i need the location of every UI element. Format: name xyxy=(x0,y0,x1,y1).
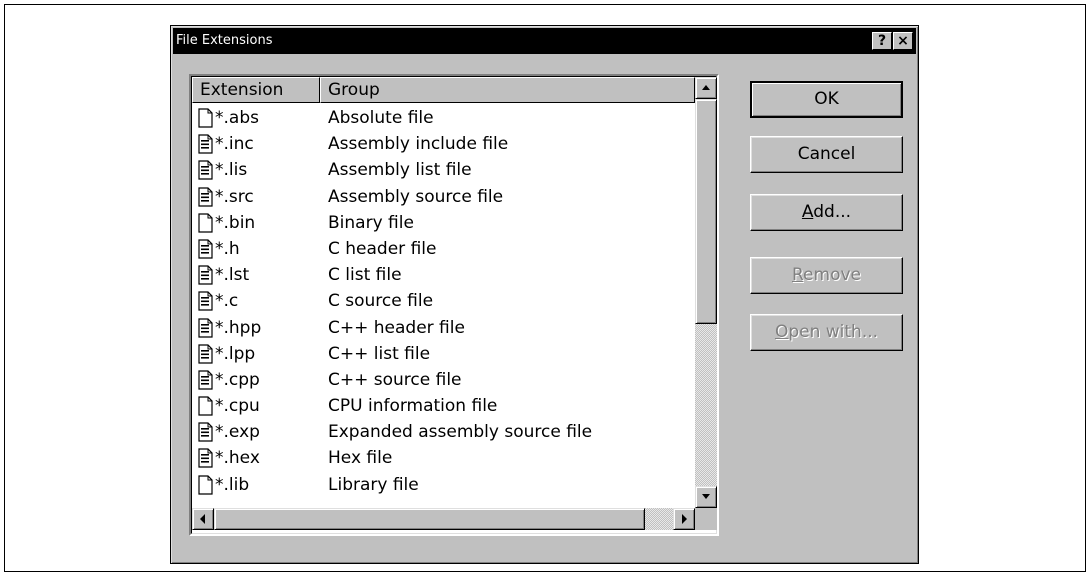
list-item[interactable]: *.inc Assembly include file xyxy=(192,131,695,157)
text-file-icon xyxy=(197,186,214,207)
extension-cell: *.exp xyxy=(215,422,260,443)
list-item[interactable]: *.lis Assembly list file xyxy=(192,157,695,183)
list-item[interactable]: *.cpp C++ source file xyxy=(192,367,695,393)
list-view[interactable]: Extension Group *.abs Absolute file *.inc A… xyxy=(192,77,695,508)
arrow-up-icon xyxy=(702,85,710,90)
list-header: Extension Group xyxy=(192,77,695,103)
group-cell: Assembly source file xyxy=(328,186,504,207)
text-file-icon xyxy=(197,134,214,154)
title-bar[interactable]: File Extensions ? × xyxy=(173,28,916,54)
text-file-icon xyxy=(197,160,214,180)
help-button[interactable]: ? xyxy=(872,32,892,50)
add-mnemonic: A xyxy=(801,202,814,222)
open-with-button[interactable]: Open with... xyxy=(750,314,903,351)
text-file-icon xyxy=(197,265,214,285)
blank-file-icon xyxy=(197,213,214,233)
horizontal-scrollbar[interactable] xyxy=(192,508,695,530)
remove-label: emove xyxy=(803,265,861,285)
extension-cell: *.hex xyxy=(215,448,260,469)
blank-file-icon xyxy=(197,475,214,495)
group-cell: C list file xyxy=(328,265,402,286)
extension-cell: *.lib xyxy=(215,474,250,495)
list-item[interactable]: *.lpp C++ list file xyxy=(192,341,695,367)
blank-file-icon xyxy=(197,108,214,128)
extensions-list[interactable]: Extension Group *.abs Absolute file *.inc A… xyxy=(189,74,719,536)
add-label: dd... xyxy=(813,202,852,222)
group-cell: Library file xyxy=(328,474,419,495)
arrow-down-icon xyxy=(702,494,710,499)
list-item[interactable]: *.bin Binary file xyxy=(192,210,695,236)
remove-mnemonic: R xyxy=(791,265,804,285)
group-cell: Hex file xyxy=(328,448,393,469)
list-item[interactable]: *.cpu CPU information file xyxy=(192,393,695,419)
extension-cell: *.lpp xyxy=(215,343,256,364)
text-file-icon xyxy=(197,370,214,390)
ok-label: OK xyxy=(814,89,839,109)
open-with-label: pen with... xyxy=(788,322,879,342)
extension-cell: *.hpp xyxy=(215,317,262,338)
extension-cell: *.abs xyxy=(215,108,259,128)
group-cell: C++ list file xyxy=(328,343,431,364)
remove-button[interactable]: Remove xyxy=(750,257,903,294)
scroll-up-button[interactable] xyxy=(695,77,717,99)
cancel-label: Cancel xyxy=(797,144,856,164)
group-cell: Expanded assembly source file xyxy=(328,422,593,443)
column-header-group[interactable]: Group xyxy=(320,77,695,103)
dialog-title: File Extensions xyxy=(176,33,273,48)
close-button[interactable]: × xyxy=(893,32,913,50)
file-extensions-dialog: File Extensions ? × Extension Group *.ab… xyxy=(170,25,919,564)
ok-button[interactable]: OK xyxy=(750,81,903,118)
cancel-button[interactable]: Cancel xyxy=(750,136,903,173)
extension-cell: *.inc xyxy=(215,134,254,155)
extension-cell: *.c xyxy=(215,291,239,312)
add-button[interactable]: Add... xyxy=(750,194,903,231)
group-cell: C++ source file xyxy=(328,369,462,390)
group-cell: Binary file xyxy=(328,212,414,233)
text-file-icon xyxy=(197,344,214,364)
group-cell: CPU information file xyxy=(328,396,498,417)
vertical-scroll-thumb[interactable] xyxy=(695,99,717,324)
text-file-icon xyxy=(197,422,214,442)
list-item[interactable]: *.c C source file xyxy=(192,288,695,314)
list-item[interactable]: *.lst C list file xyxy=(192,262,695,288)
group-cell: C header file xyxy=(328,238,437,259)
extension-cell: *.src xyxy=(215,186,254,207)
scroll-left-button[interactable] xyxy=(192,508,214,530)
group-cell: Assembly include file xyxy=(328,134,509,155)
arrow-right-icon xyxy=(682,514,687,524)
extension-cell: *.h xyxy=(215,238,240,259)
extension-cell: *.lis xyxy=(215,160,248,181)
group-cell: C++ header file xyxy=(328,317,465,338)
blank-file-icon xyxy=(197,396,214,416)
list-item[interactable]: *.src Assembly source file xyxy=(192,184,695,210)
list-item[interactable]: *.hpp C++ header file xyxy=(192,315,695,341)
list-rows: *.abs Absolute file *.inc Assembly include … xyxy=(192,105,695,498)
list-item[interactable]: *.hex Hex file xyxy=(192,445,695,471)
scroll-down-button[interactable] xyxy=(695,486,717,508)
text-file-icon xyxy=(197,317,214,338)
extension-cell: *.lst xyxy=(215,265,250,286)
vertical-scrollbar[interactable] xyxy=(695,77,717,508)
group-cell: Absolute file xyxy=(328,108,434,128)
text-file-icon xyxy=(197,239,214,259)
scroll-right-button[interactable] xyxy=(673,508,695,530)
text-file-icon xyxy=(197,291,214,311)
group-cell: C source file xyxy=(328,291,434,312)
arrow-left-icon xyxy=(200,514,205,524)
extension-cell: *.cpu xyxy=(215,396,260,417)
list-item[interactable]: *.lib Library file xyxy=(192,472,695,498)
extension-cell: *.cpp xyxy=(215,369,260,390)
extension-cell: *.bin xyxy=(215,212,256,233)
open-with-mnemonic: O xyxy=(774,322,789,342)
group-cell: Assembly list file xyxy=(328,160,472,181)
scrollbar-corner xyxy=(695,508,717,530)
list-item[interactable]: *.exp Expanded assembly source file xyxy=(192,419,695,445)
text-file-icon xyxy=(197,448,214,469)
list-item[interactable]: *.abs Absolute file xyxy=(192,105,695,131)
column-header-extension[interactable]: Extension xyxy=(192,77,320,103)
horizontal-scroll-thumb[interactable] xyxy=(214,508,645,530)
list-item[interactable]: *.h C header file xyxy=(192,236,695,262)
